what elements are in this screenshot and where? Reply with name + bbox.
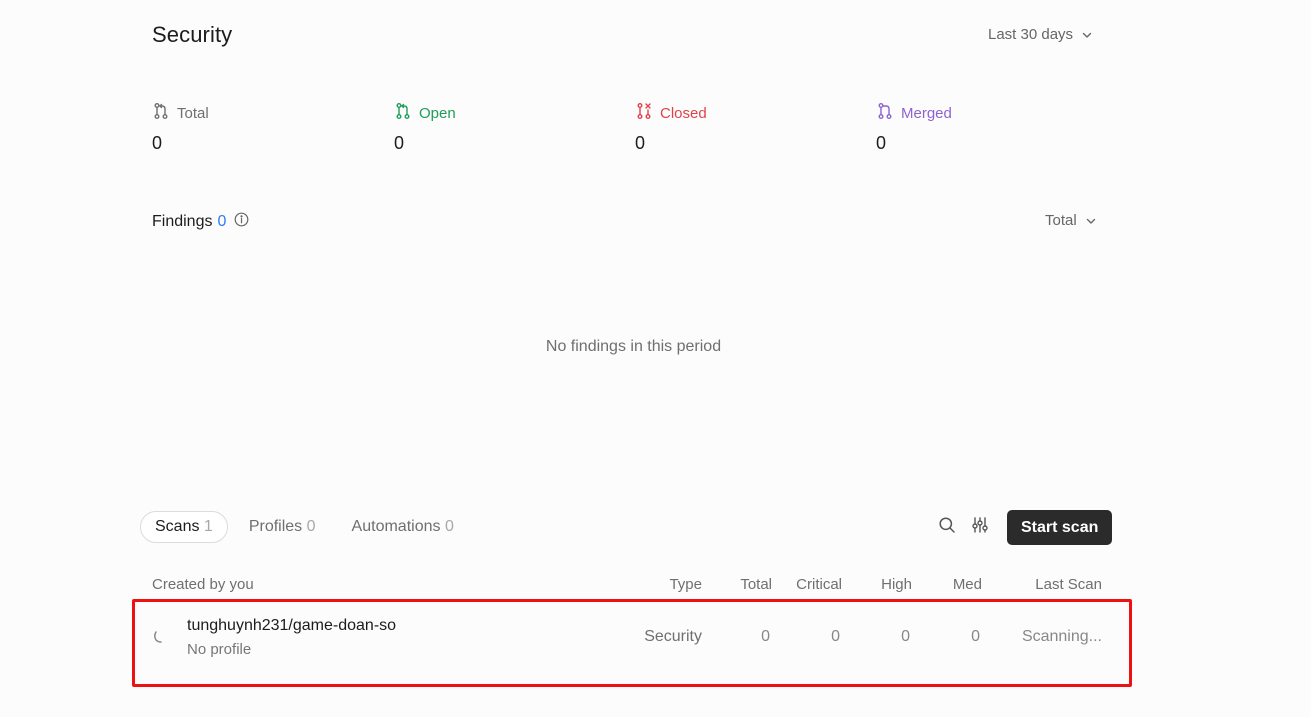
pull-request-icon [152,102,170,124]
search-button[interactable] [935,516,959,540]
findings-metric-label: Total [1045,212,1077,229]
stat-merged-label: Merged [901,104,952,122]
period-label: Last 30 days [988,26,1074,43]
column-last-scan: Last Scan [1035,576,1102,593]
chevron-down-icon [1085,215,1097,227]
findings-title: Findings [152,213,213,230]
scan-toolbar: Start scan [935,510,1113,545]
pull-request-open-icon [394,102,412,124]
column-created-by: Created by you [152,576,254,593]
stat-total: Total 0 [152,102,209,154]
repo-name[interactable]: tunghuynh231/game-doan-so [187,617,396,635]
tab-scans-label: Scans [155,518,200,535]
tab-profiles-label: Profiles [248,518,303,535]
pull-request-merged-icon [876,102,894,124]
row-last-scan: Scanning... [1021,628,1102,645]
period-dropdown[interactable]: Last 30 days [988,26,1093,43]
findings-metric-dropdown[interactable]: Total [1045,212,1097,229]
tab-automations-label: Automations [351,518,441,535]
findings-count: 0 [217,213,227,230]
tab-profiles-count: 0 [306,518,316,535]
repo-profile: No profile [187,641,252,658]
findings-header: Findings 0 [152,212,249,232]
tab-automations-count: 0 [444,518,454,535]
tab-automations[interactable]: Automations 0 [337,511,469,543]
row-total: 0 [761,628,770,645]
pull-request-closed-icon [635,102,653,124]
column-high: High [881,576,912,593]
column-med: Med [952,576,982,593]
column-critical: Critical [796,576,842,593]
info-icon[interactable] [234,212,249,232]
stat-closed-label: Closed [660,104,707,122]
search-icon [938,516,956,539]
stat-merged-value: 0 [876,133,887,153]
row-high: 0 [901,628,910,645]
loading-spinner-icon [152,630,164,649]
filter-button[interactable] [968,516,992,540]
findings-empty-message: No findings in this period [545,338,722,355]
filter-sliders-icon [971,516,989,539]
row-critical: 0 [831,628,840,645]
page-title: Security [152,22,233,47]
column-total: Total [740,576,772,593]
tab-profiles[interactable]: Profiles 0 [234,511,331,543]
row-med: 0 [971,628,980,645]
stat-total-value: 0 [152,133,163,153]
stat-open-label: Open [419,104,456,122]
row-type: Security [644,628,702,645]
stat-open-value: 0 [394,133,405,153]
stat-total-label: Total [177,104,209,122]
scan-tabs: Scans 1 Profiles 0 Automations 0 [140,511,475,543]
chevron-down-icon [1081,29,1093,41]
stat-merged: Merged 0 [876,102,952,154]
tab-scans-count: 1 [203,518,213,535]
start-scan-button[interactable]: Start scan [1007,510,1113,545]
tab-scans[interactable]: Scans 1 [140,511,228,543]
column-type: Type [669,576,702,593]
stat-closed: Closed 0 [635,102,707,154]
stat-closed-value: 0 [635,133,646,153]
stat-open: Open 0 [394,102,456,154]
